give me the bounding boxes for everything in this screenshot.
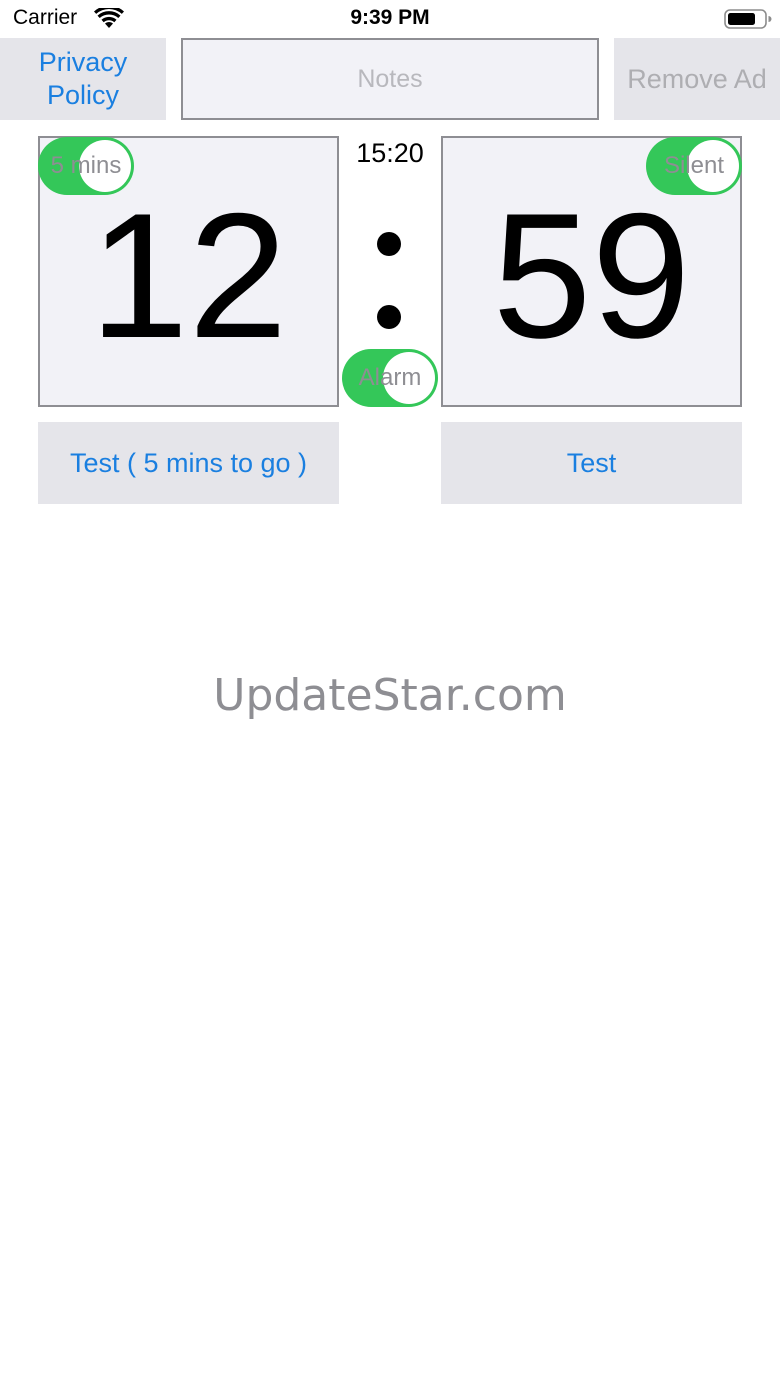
- silent-toggle-label: Silent: [663, 152, 725, 179]
- privacy-policy-button[interactable]: Privacy Policy: [0, 38, 166, 120]
- minutes-value: 12: [89, 176, 288, 375]
- set-time-label: 15:20: [356, 138, 424, 168]
- status-time: 9:39 PM: [350, 6, 430, 29]
- five-mins-toggle[interactable]: 5 mins: [38, 137, 134, 195]
- alarm-toggle-label: Alarm: [358, 364, 422, 391]
- alarm-toggle[interactable]: Alarm: [342, 349, 438, 407]
- colon-dot-bottom: [377, 305, 401, 329]
- silent-toggle[interactable]: Silent: [646, 137, 742, 195]
- status-bar: Carrier 9:39 PM: [0, 0, 780, 38]
- seconds-value: 59: [492, 176, 691, 375]
- notes-field[interactable]: Notes: [181, 38, 599, 120]
- colon-dot-top: [377, 232, 401, 256]
- test-button[interactable]: Test: [441, 422, 742, 504]
- watermark: UpdateStar.com: [213, 670, 567, 721]
- five-mins-toggle-label: 5 mins: [50, 152, 122, 179]
- battery-icon: [724, 9, 772, 29]
- remove-ad-button[interactable]: Remove Ad: [614, 38, 780, 120]
- test-five-mins-button[interactable]: Test ( 5 mins to go ): [38, 422, 339, 504]
